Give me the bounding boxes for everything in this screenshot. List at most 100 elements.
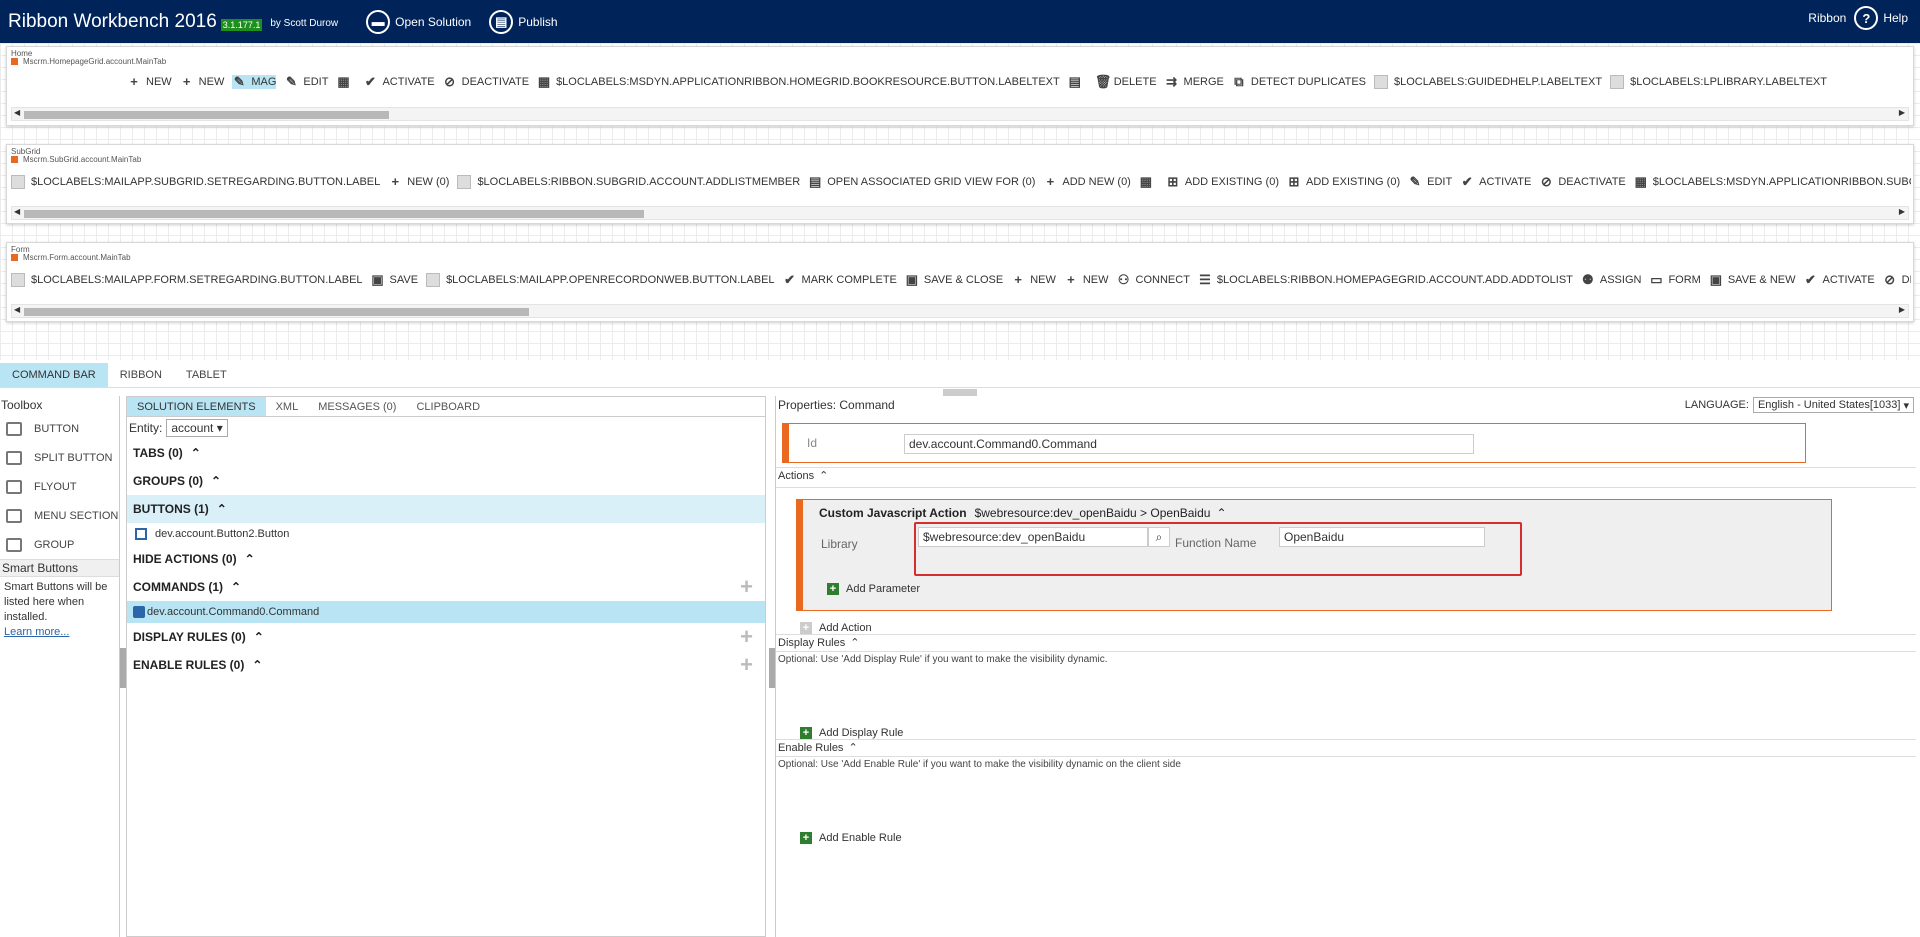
ribbon-button[interactable]: ⇉ MERGE [1165,75,1224,89]
tab-command-bar[interactable]: COMMAND BAR [0,363,108,387]
collapse-icon[interactable]: ⌃ [1216,506,1226,520]
check-icon: ✔ [784,272,795,287]
button-item[interactable]: dev.account.Button2.Button [127,523,765,545]
add-parameter-link[interactable]: + Add Parameter [827,583,920,595]
collapse-icon[interactable]: ⌃ [850,636,859,649]
tab-messages[interactable]: MESSAGES (0) [308,397,406,416]
add-action-link[interactable]: + Add Action [800,622,872,634]
ribbon-button-label: MAG [251,76,277,88]
form-scrollbar[interactable]: ◀ ▶ [11,304,1909,318]
collapse-icon[interactable]: ⌃ [211,474,221,488]
ribbon-button[interactable]: ✎ EDIT [284,75,329,89]
ribbon-button[interactable]: ▤ OPEN ASSOCIATED GRID VIEW FOR (0) [808,175,1035,189]
display-rules-section[interactable]: DISPLAY RULES (0) ⌃ + [127,623,765,651]
home-scrollbar[interactable]: ◀ ▶ [11,107,1909,121]
collapse-icon[interactable]: ⌃ [848,741,857,754]
ribbon-button[interactable]: ⊘ DEACTIVATE [1539,175,1626,189]
ribbon-button[interactable]: 🗑 DELETE [1095,75,1157,89]
ribbon-button[interactable]: $LOCLABELS:RIBBON.SUBGRID.ACCOUNT.ADDLIS… [457,175,800,189]
publish-button[interactable]: ▤ Publish [489,9,558,34]
collapse-icon[interactable]: ⌃ [217,502,227,516]
ribbon-button[interactable]: ▣ SAVE & NEW [1709,273,1796,287]
ribbon-button[interactable]: ⚉ ASSIGN [1581,273,1641,287]
ribbon-button[interactable]: ⊘ DEACTIVATE [443,75,529,89]
ribbon-button[interactable]: ✔ ACTIVATE [363,75,435,89]
add-enable-rule-icon[interactable]: + [740,652,753,678]
ribbon-button[interactable]: + NEW [1064,273,1108,287]
add-enable-rule-link[interactable]: + Add Enable Rule [800,832,902,844]
top-bar: Ribbon Workbench 2016 3.1.177.1 by Scott… [0,0,1920,43]
toolbox-split-button[interactable]: SPLIT BUTTON [0,443,119,472]
ribbon-button[interactable]: ✔ MARK COMPLETE [783,273,897,287]
command-item[interactable]: dev.account.Command0.Command [127,601,765,623]
collapse-icon[interactable]: ⌃ [231,580,241,594]
tab-ribbon[interactable]: RIBBON [108,363,174,387]
ribbon-button[interactable]: + NEW [180,75,224,89]
add-display-rule-link[interactable]: + Add Display Rule [800,727,903,739]
collapse-icon[interactable]: ⌃ [245,552,255,566]
toolbox-flyout[interactable]: FLYOUT [0,472,119,501]
toolbox-button[interactable]: BUTTON [0,414,119,443]
ribbon-button-label: $LOCLABELS:LPLIBRARY.LABELTEXT [1630,76,1827,88]
tab-clipboard[interactable]: CLIPBOARD [406,397,490,416]
tabs-section[interactable]: TABS (0) ⌃ [127,439,765,467]
subgrid-scrollbar[interactable]: ◀ ▶ [11,206,1909,220]
ribbon-button[interactable]: + NEW [1011,273,1055,287]
ribbon-button[interactable]: + NEW [127,75,171,89]
enable-rules-section[interactable]: ENABLE RULES (0) ⌃ + [127,651,765,679]
pencil-icon: ✎ [1409,174,1421,189]
add-command-icon[interactable]: + [740,574,753,600]
ribbon-button[interactable]: ▣ SAVE [371,273,418,287]
tab-solution-elements[interactable]: SOLUTION ELEMENTS [127,397,266,416]
ribbon-button[interactable]: + NEW (0) [388,175,449,189]
ribbon-button-label: $LOCLABELS:MSDYN.APPLICATIONRIBBON.SUBGR… [1652,176,1911,188]
ribbon-button[interactable]: $LOCLABELS:MAILAPP.OPENRECORDONWEB.BUTTO… [426,273,775,287]
ribbon-button[interactable]: $LOCLABELS:LPLIBRARY.LABELTEXT [1610,75,1827,89]
ribbon-button[interactable]: $LOCLABELS:MAILAPP.SUBGRID.SETREGARDING.… [11,175,380,189]
help-icon: ? [1854,6,1879,30]
id-input[interactable]: dev.account.Command0.Command [904,434,1474,454]
form-icon: ▭ [1650,272,1663,287]
groups-section[interactable]: GROUPS (0) ⌃ [127,467,765,495]
ribbon-button[interactable]: ✔ ACTIVATE [1460,175,1532,189]
entity-select[interactable]: account ▾ [166,419,228,437]
ribbon-button[interactable]: ✔ ACTIVATE [1804,273,1875,287]
ribbon-button[interactable]: ☰ $LOCLABELS:RIBBON.HOMEPAGEGRID.ACCOUNT.… [1198,273,1573,287]
toolbox-menu-section[interactable]: MENU SECTION [0,501,119,530]
collapse-icon[interactable]: ⌃ [254,630,264,644]
commands-section[interactable]: COMMANDS (1) ⌃ + [127,573,765,601]
open-solution-button[interactable]: ▬ Open Solution [366,9,471,34]
buttons-section[interactable]: BUTTONS (1) ⌃ [127,495,765,523]
ribbon-button[interactable]: ⊘ DEACTIVATE [1883,273,1911,287]
add-display-rule-icon[interactable]: + [740,624,753,650]
tab-xml[interactable]: XML [266,397,309,416]
collapse-icon[interactable]: ⌃ [252,658,262,672]
collapse-icon[interactable]: ⌃ [191,446,201,460]
ribbon-button[interactable]: ⧉ DETECT DUPLICATES [1232,75,1366,89]
hide-actions-section[interactable]: HIDE ACTIONS (0) ⌃ [127,545,765,573]
ribbon-button[interactable]: ✎ MAG [232,75,277,89]
tab-tablet[interactable]: TABLET [174,363,239,387]
splitter-handle[interactable] [943,389,977,396]
ribbon-button[interactable]: ⊞ ADD EXISTING (0) [1287,175,1401,189]
ribbon-link[interactable]: Ribbon [1808,11,1846,25]
language-select[interactable]: English - United States[1033] ▾ [1752,397,1914,413]
help-button[interactable]: ? Help [1854,6,1908,30]
collapse-icon[interactable]: ⌃ [819,469,828,482]
ribbon-button[interactable]: ▦ $LOCLABELS:MSDYN.APPLICATIONRIBBON.HOME… [537,75,1060,89]
toolbox-group[interactable]: GROUP [0,530,119,559]
ribbon-button[interactable]: ▭ FORM [1649,272,1701,287]
ribbon-button[interactable]: $LOCLABELS:GUIDEDHELP.LABELTEXT [1374,75,1602,89]
ribbon-button[interactable]: ⚇ CONNECT [1117,273,1190,287]
ribbon-button[interactable]: ▦ $LOCLABELS:MSDYN.APPLICATIONRIBBON.SUBG… [1634,175,1911,189]
ribbon-button[interactable]: + ADD NEW (0) [1043,175,1131,189]
ribbon-button[interactable]: ⊞ ADD EXISTING (0) [1166,175,1279,189]
ribbon-button[interactable]: ▦ [336,75,355,89]
entity-row: Entity: account ▾ [127,417,765,439]
learn-more-link[interactable]: Learn more... [4,626,69,638]
ribbon-button[interactable]: ▦ [1139,175,1158,189]
ribbon-button[interactable]: ✎ EDIT [1408,174,1453,189]
ribbon-button[interactable]: ▤ [1068,75,1087,89]
ribbon-button[interactable]: ▣ SAVE & CLOSE [905,273,1003,287]
ribbon-button[interactable]: $LOCLABELS:MAILAPP.FORM.SETREGARDING.BUT… [11,273,363,287]
